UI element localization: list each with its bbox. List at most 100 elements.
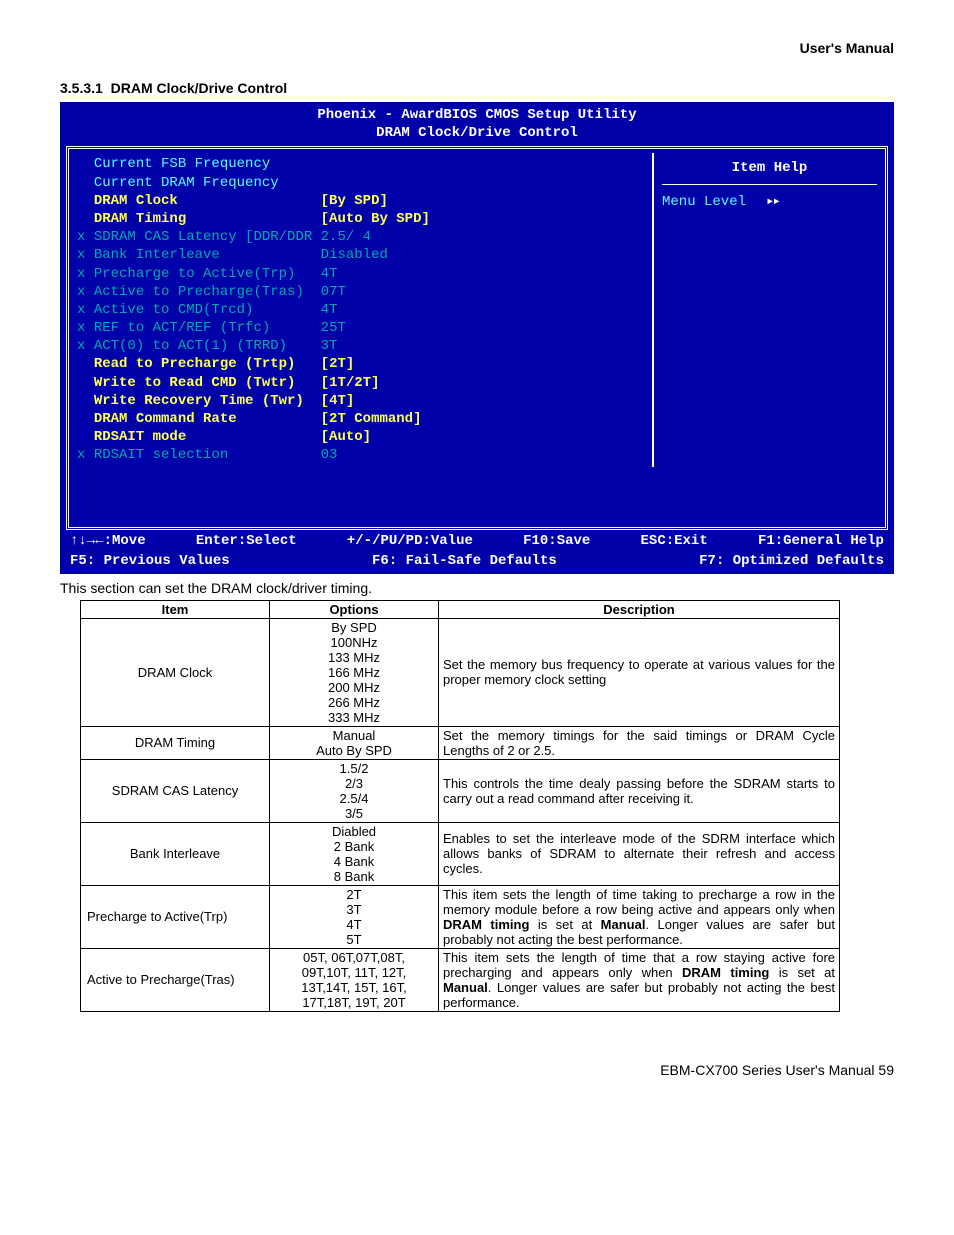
hint-move: ↑↓→←:Move	[70, 532, 146, 550]
setting-value: 2.5/ 4	[321, 229, 371, 245]
setting-value: [2T]	[321, 356, 355, 372]
page-header: User's Manual	[60, 40, 894, 56]
bios-setting-row: DRAM Clock [By SPD]	[77, 192, 644, 210]
table-row: DRAM ClockBy SPD100NHz133 MHz166 MHz200 …	[81, 618, 840, 726]
setting-value: 4T	[321, 302, 338, 318]
setting-prefix	[77, 356, 94, 372]
cell-item: DRAM Timing	[81, 726, 270, 759]
cell-options: By SPD100NHz133 MHz166 MHz200 MHz266 MHz…	[270, 618, 439, 726]
bios-setting-row: Current DRAM Frequency	[77, 174, 644, 192]
cell-options: 2T3T4T5T	[270, 885, 439, 948]
setting-value: [4T]	[321, 393, 355, 409]
cell-item: SDRAM CAS Latency	[81, 759, 270, 822]
caption-text: This section can set the DRAM clock/driv…	[60, 580, 894, 596]
table-row: DRAM TimingManualAuto By SPDSet the memo…	[81, 726, 840, 759]
bios-setting-row: x Precharge to Active(Trp) 4T	[77, 265, 644, 283]
setting-value: [Auto]	[321, 429, 371, 445]
table-row: Precharge to Active(Trp)2T3T4T5TThis ite…	[81, 885, 840, 948]
section-heading: 3.5.3.1 DRAM Clock/Drive Control	[60, 80, 894, 96]
setting-value: [1T/2T]	[321, 375, 380, 391]
bios-setting-row: x Active to Precharge(Tras) 07T	[77, 283, 644, 301]
bios-subtitle: DRAM Clock/Drive Control	[66, 124, 888, 142]
setting-label: RDSAIT mode	[94, 429, 186, 445]
page-footer: EBM-CX700 Series User's Manual 59	[60, 1062, 894, 1078]
setting-value: 4T	[321, 266, 338, 282]
bios-frame: Current FSB Frequency Current DRAM Frequ…	[66, 146, 888, 529]
setting-value: [2T Command]	[321, 411, 422, 427]
col-options: Options	[270, 600, 439, 618]
bios-setting-row: x RDSAIT selection 03	[77, 446, 644, 464]
hint-optimized: F7: Optimized Defaults	[699, 552, 884, 570]
setting-value: Disabled	[321, 247, 388, 263]
setting-prefix	[77, 375, 94, 391]
bios-setting-row: Read to Precharge (Trtp) [2T]	[77, 355, 644, 373]
bios-setting-row: x SDRAM CAS Latency [DDR/DDR 2.5/ 4	[77, 228, 644, 246]
hint-select: Enter:Select	[196, 532, 297, 550]
item-help-title: Item Help	[662, 155, 877, 184]
bios-screen: Phoenix - AwardBIOS CMOS Setup Utility D…	[60, 102, 894, 574]
setting-prefix: x	[77, 266, 94, 282]
setting-label: SDRAM CAS Latency [DDR/DDR	[94, 229, 312, 245]
setting-prefix: x	[77, 302, 94, 318]
cell-options: ManualAuto By SPD	[270, 726, 439, 759]
setting-value: 3T	[321, 338, 338, 354]
setting-label: DRAM Clock	[94, 193, 178, 209]
cell-item: Active to Precharge(Tras)	[81, 948, 270, 1011]
table-header-row: Item Options Description	[81, 600, 840, 618]
hint-failsafe: F6: Fail-Safe Defaults	[372, 552, 557, 570]
menu-level-arrows-icon: ▸▸	[746, 194, 779, 210]
setting-label: Read to Precharge (Trtp)	[94, 356, 296, 372]
bios-settings-panel: Current FSB Frequency Current DRAM Frequ…	[69, 153, 654, 466]
setting-label: DRAM Timing	[94, 211, 186, 227]
setting-value: 07T	[321, 284, 346, 300]
cell-options: 05T, 06T,07T,08T,09T,10T, 11T, 12T,13T,1…	[270, 948, 439, 1011]
hint-exit: ESC:Exit	[641, 532, 708, 550]
options-table: Item Options Description DRAM ClockBy SP…	[80, 600, 840, 1012]
setting-prefix	[77, 429, 94, 445]
bios-setting-row: Write to Read CMD (Twtr) [1T/2T]	[77, 374, 644, 392]
cell-description: This controls the time dealy passing bef…	[439, 759, 840, 822]
setting-prefix: x	[77, 229, 94, 245]
bios-title: Phoenix - AwardBIOS CMOS Setup Utility	[66, 106, 888, 124]
cell-description: Enables to set the interleave mode of th…	[439, 822, 840, 885]
setting-prefix	[77, 211, 94, 227]
bios-footer-row-2: F5: Previous Values F6: Fail-Safe Defaul…	[66, 550, 888, 570]
setting-value: 25T	[321, 320, 346, 336]
setting-label: DRAM Command Rate	[94, 411, 237, 427]
setting-value: [Auto By SPD]	[321, 211, 430, 227]
setting-prefix: x	[77, 447, 94, 463]
setting-prefix: x	[77, 284, 94, 300]
hint-value: +/-/PU/PD:Value	[347, 532, 473, 550]
cell-options: Diabled2 Bank4 Bank8 Bank	[270, 822, 439, 885]
setting-prefix	[77, 411, 94, 427]
section-title: DRAM Clock/Drive Control	[111, 80, 288, 96]
setting-prefix	[77, 393, 94, 409]
section-number: 3.5.3.1	[60, 80, 103, 96]
setting-label: Active to CMD(Trcd)	[94, 302, 254, 318]
cell-options: 1.5/22/32.5/43/5	[270, 759, 439, 822]
table-row: SDRAM CAS Latency1.5/22/32.5/43/5This co…	[81, 759, 840, 822]
table-row: Active to Precharge(Tras)05T, 06T,07T,08…	[81, 948, 840, 1011]
bios-setting-row: x ACT(0) to ACT(1) (TRRD) 3T	[77, 337, 644, 355]
bios-setting-row: x Active to CMD(Trcd) 4T	[77, 301, 644, 319]
hint-save: F10:Save	[523, 532, 590, 550]
setting-prefix	[77, 175, 94, 191]
cell-description: This item sets the length of time taking…	[439, 885, 840, 948]
setting-value: 03	[321, 447, 338, 463]
bios-setting-row: Current FSB Frequency	[77, 155, 644, 173]
cell-description: Set the memory bus frequency to operate …	[439, 618, 840, 726]
cell-description: This item sets the length of time that a…	[439, 948, 840, 1011]
hint-prev-values: F5: Previous Values	[70, 552, 230, 570]
bios-help-panel: Item Help Menu Level▸▸	[654, 153, 885, 466]
col-description: Description	[439, 600, 840, 618]
setting-prefix	[77, 156, 94, 172]
setting-prefix: x	[77, 338, 94, 354]
bios-setting-row: x Bank Interleave Disabled	[77, 246, 644, 264]
cell-item: DRAM Clock	[81, 618, 270, 726]
setting-prefix: x	[77, 320, 94, 336]
col-item: Item	[81, 600, 270, 618]
setting-label: ACT(0) to ACT(1) (TRRD)	[94, 338, 287, 354]
setting-prefix: x	[77, 247, 94, 263]
bios-footer-row-1: ↑↓→←:Move Enter:Select +/-/PU/PD:Value F…	[66, 530, 888, 550]
cell-item: Precharge to Active(Trp)	[81, 885, 270, 948]
